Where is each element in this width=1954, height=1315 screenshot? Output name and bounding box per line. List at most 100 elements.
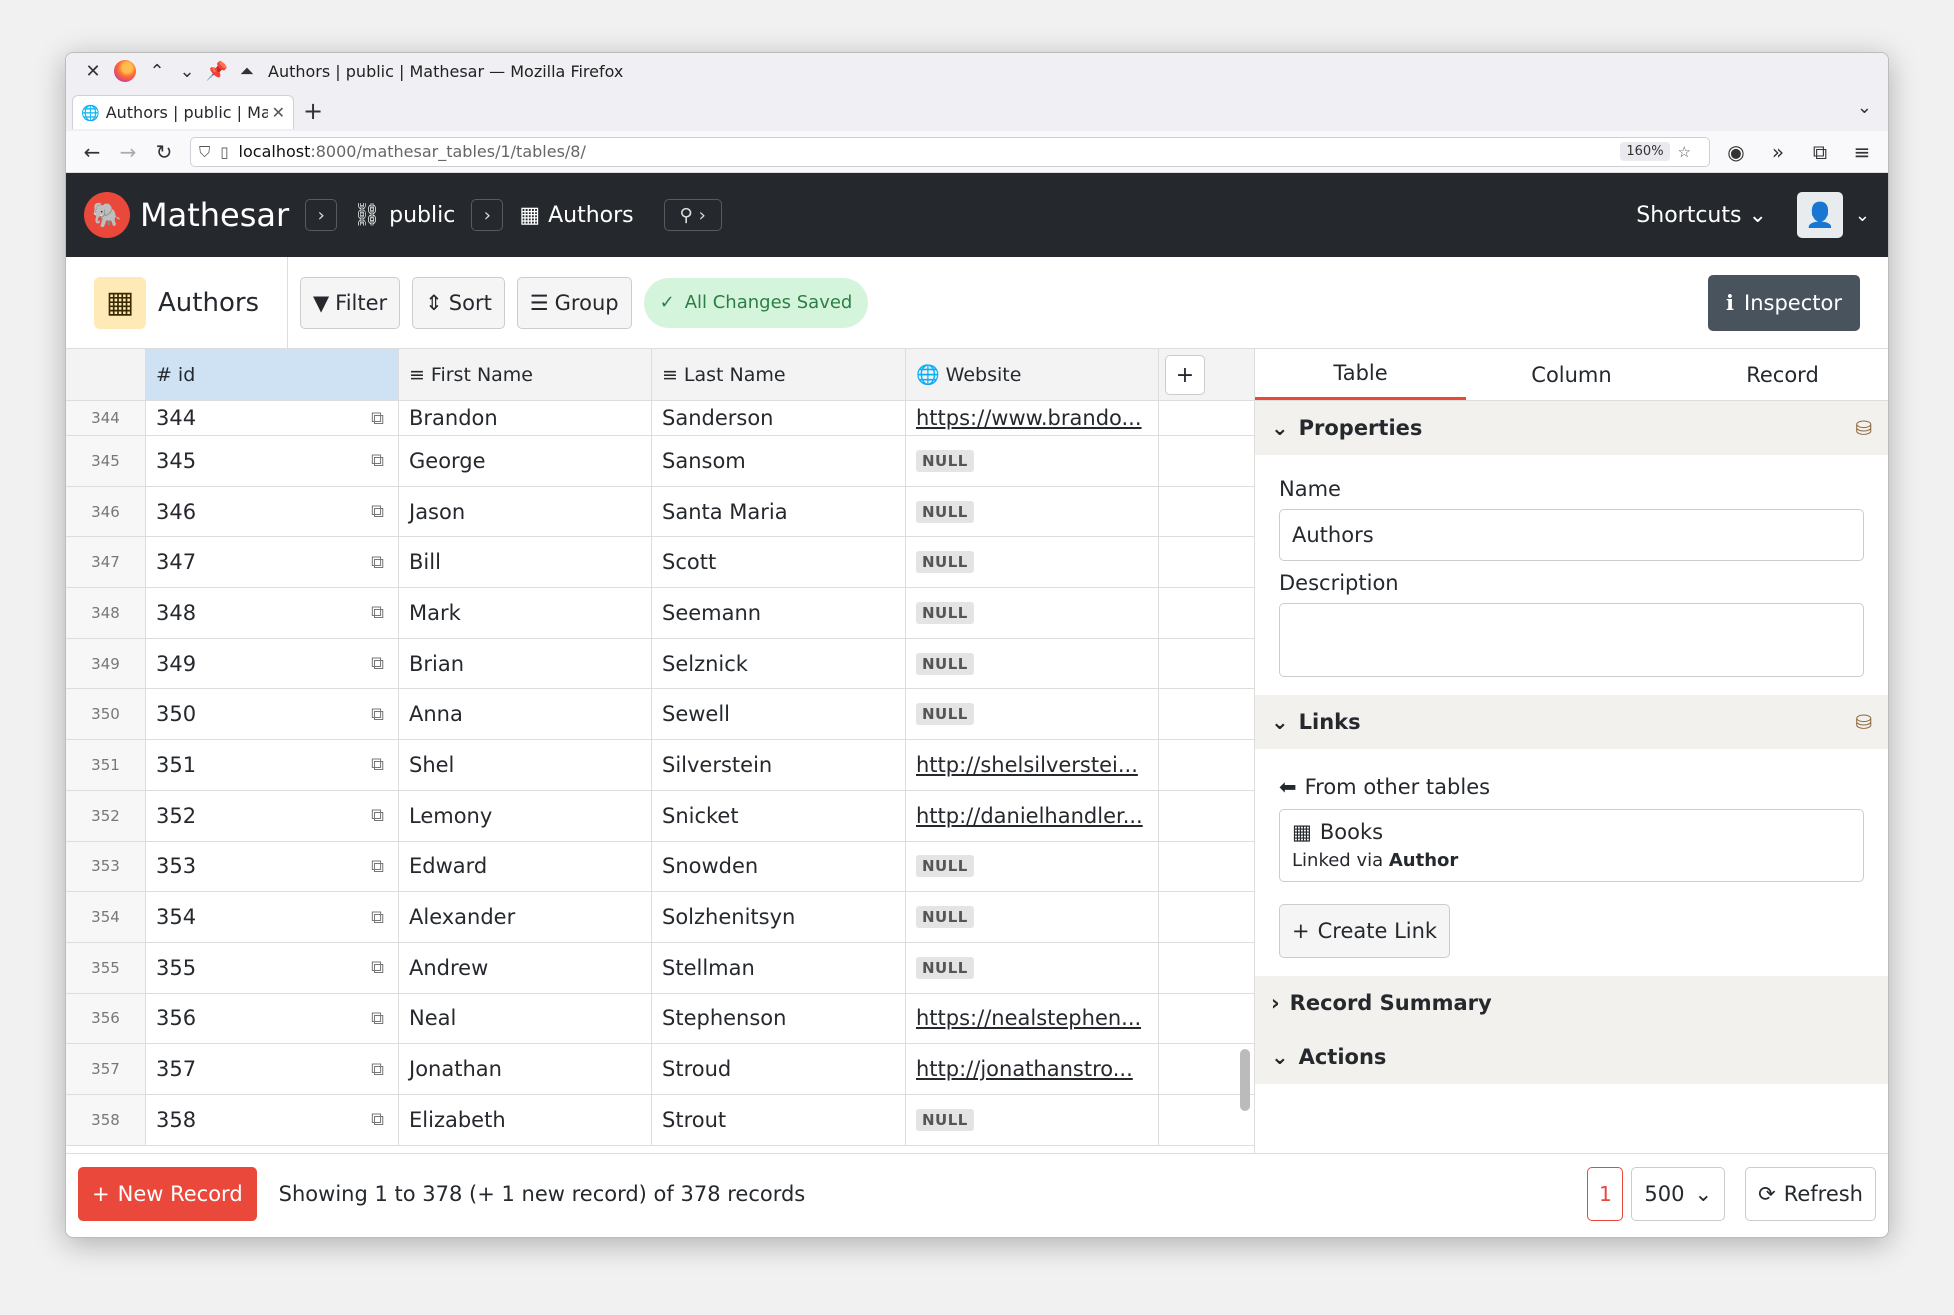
cell-website[interactable]: NULL (906, 1094, 1159, 1145)
row-number[interactable]: 346 (66, 486, 146, 537)
list-tabs-icon[interactable]: ⌄ (1857, 97, 1872, 118)
filter-button[interactable]: ▼ Filter (300, 276, 401, 329)
reload-button[interactable]: ↻ (146, 140, 182, 164)
cell-website[interactable]: NULL (906, 436, 1159, 486)
row-number[interactable]: 344 (66, 401, 146, 435)
brand-name[interactable]: Mathesar (140, 196, 289, 234)
tab-record[interactable]: Record (1677, 349, 1888, 400)
cell-website[interactable]: https://www.brando... (906, 401, 1159, 435)
cell-id[interactable]: 353 ⧉ (146, 841, 399, 892)
cell-first-name[interactable]: Anna (399, 689, 652, 740)
cell-first-name[interactable]: Alexander (399, 892, 652, 942)
cell-id[interactable]: 349 ⧉ (146, 638, 399, 689)
row-number[interactable]: 345 (66, 436, 146, 486)
actions-section-header[interactable]: ⌄ Actions (1255, 1030, 1888, 1084)
row-number[interactable]: 348 (66, 588, 146, 638)
cell-website[interactable]: http://shelsilverstei... (906, 740, 1159, 790)
group-button[interactable]: ☰ Group (516, 276, 632, 329)
shield-icon[interactable]: ⛉ (199, 143, 210, 161)
open-record-icon[interactable]: ⧉ (371, 1059, 384, 1080)
maximize-icon[interactable]: ⌄ (172, 61, 202, 82)
cell-last-name[interactable]: Sansom (652, 436, 906, 486)
links-section-header[interactable]: ⌄ Links ⛁ (1255, 695, 1888, 749)
open-record-icon[interactable]: ⧉ (371, 501, 384, 522)
account-icon[interactable]: ◉ (1718, 140, 1754, 164)
cell-first-name[interactable]: Neal (399, 993, 652, 1044)
cell-id[interactable]: 354 ⧉ (146, 892, 399, 942)
cell-last-name[interactable]: Santa Maria (652, 486, 906, 537)
website-link[interactable]: http://shelsilverstei... (916, 753, 1138, 777)
open-record-icon[interactable]: ⧉ (371, 602, 384, 623)
shortcuts-menu[interactable]: Shortcuts ⌄ (1636, 203, 1767, 228)
keep-above-icon[interactable]: ⏶ (232, 61, 262, 82)
open-record-icon[interactable]: ⧉ (371, 552, 384, 573)
browser-tab[interactable]: 🌐 Authors | public | Mathesar ✕ (72, 95, 294, 129)
cell-first-name[interactable]: Lemony (399, 790, 652, 841)
website-link[interactable]: http://jonathanstro... (916, 1057, 1133, 1081)
row-number[interactable]: 347 (66, 537, 146, 588)
website-link[interactable]: https://www.brando... (916, 406, 1142, 430)
cell-website[interactable]: NULL (906, 689, 1159, 740)
cell-first-name[interactable]: Elizabeth (399, 1094, 652, 1145)
cell-id[interactable]: 358 ⧉ (146, 1094, 399, 1145)
cell-id[interactable]: 355 ⧉ (146, 942, 399, 993)
chevron-down-icon[interactable]: ⌄ (1855, 205, 1870, 226)
cell-last-name[interactable]: Silverstein (652, 740, 906, 790)
pin-icon[interactable]: 📌 (202, 61, 232, 82)
cell-last-name[interactable]: Snowden (652, 841, 906, 892)
cell-first-name[interactable]: George (399, 436, 652, 486)
open-record-icon[interactable]: ⧉ (371, 907, 384, 928)
open-record-icon[interactable]: ⧉ (371, 1008, 384, 1029)
cell-last-name[interactable]: Snicket (652, 790, 906, 841)
cell-website[interactable]: http://jonathanstro... (906, 1044, 1159, 1094)
user-avatar[interactable]: 👤 (1796, 192, 1843, 238)
cell-website[interactable]: NULL (906, 892, 1159, 942)
cell-last-name[interactable]: Stroud (652, 1044, 906, 1094)
cell-website[interactable]: https://nealstephen... (906, 993, 1159, 1044)
cell-first-name[interactable]: Jason (399, 486, 652, 537)
cell-last-name[interactable]: Scott (652, 537, 906, 588)
open-record-icon[interactable]: ⧉ (371, 653, 384, 674)
column-header-first-name[interactable]: ≡ First Name (399, 349, 652, 400)
cell-id[interactable]: 357 ⧉ (146, 1044, 399, 1094)
column-header-last-name[interactable]: ≡ Last Name (652, 349, 906, 400)
row-number[interactable]: 355 (66, 942, 146, 993)
open-record-icon[interactable]: ⧉ (371, 408, 384, 429)
cell-website[interactable]: NULL (906, 638, 1159, 689)
tab-column[interactable]: Column (1466, 349, 1677, 400)
website-link[interactable]: https://nealstephen... (916, 1006, 1141, 1030)
chevron-right-icon[interactable]: › (471, 199, 504, 231)
scrollbar-thumb[interactable] (1240, 1049, 1250, 1111)
tab-table[interactable]: Table (1255, 349, 1466, 400)
zoom-level[interactable]: 160% (1620, 142, 1670, 161)
properties-section-header[interactable]: ⌄ Properties ⛁ (1255, 401, 1888, 455)
new-tab-button[interactable]: + (294, 97, 332, 125)
add-column-button[interactable]: + (1165, 355, 1205, 395)
row-number[interactable]: 349 (66, 638, 146, 689)
overflow-chevrons-icon[interactable]: » (1760, 140, 1796, 164)
open-record-icon[interactable]: ⧉ (371, 754, 384, 775)
cell-last-name[interactable]: Seemann (652, 588, 906, 638)
cell-website[interactable]: NULL (906, 942, 1159, 993)
cell-last-name[interactable]: Selznick (652, 638, 906, 689)
search-button[interactable]: ⚲ › (663, 199, 722, 231)
cell-website[interactable]: http://danielhandler... (906, 790, 1159, 841)
column-header-website[interactable]: 🌐 Website (906, 349, 1159, 400)
inspector-button[interactable]: ℹ Inspector (1708, 274, 1860, 331)
record-summary-section-header[interactable]: › Record Summary (1255, 976, 1888, 1030)
cell-first-name[interactable]: Andrew (399, 942, 652, 993)
cell-id[interactable]: 351 ⧉ (146, 740, 399, 790)
row-number[interactable]: 350 (66, 689, 146, 740)
open-record-icon[interactable]: ⧉ (371, 856, 384, 877)
open-record-icon[interactable]: ⧉ (371, 1109, 384, 1130)
cell-last-name[interactable]: Sanderson (652, 401, 906, 435)
open-record-icon[interactable]: ⧉ (371, 704, 384, 725)
chevron-right-icon[interactable]: › (305, 199, 338, 231)
open-record-icon[interactable]: ⧉ (371, 805, 384, 826)
row-number[interactable]: 351 (66, 740, 146, 790)
breadcrumb-schema[interactable]: ⛓ public (353, 203, 455, 228)
cell-id[interactable]: 345 ⧉ (146, 436, 399, 486)
breadcrumb-table[interactable]: ▦ Authors (519, 203, 633, 228)
close-tab-icon[interactable]: ✕ (272, 103, 285, 122)
page-button[interactable]: 1 (1587, 1166, 1624, 1221)
